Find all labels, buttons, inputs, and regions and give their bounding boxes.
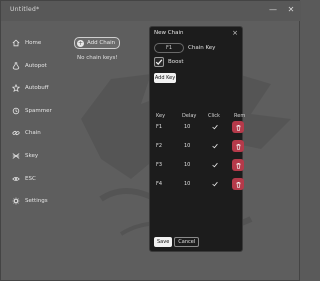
table-row: F3 10: [152, 158, 244, 176]
sidebar-item-chain[interactable]: Chain: [11, 127, 67, 139]
dialog-close-button[interactable]: ×: [232, 29, 238, 37]
click-check-icon[interactable]: [212, 181, 218, 187]
title-bar: Untitled* — ✕: [1, 1, 301, 21]
remove-button[interactable]: [232, 178, 244, 190]
check-icon: [155, 59, 163, 66]
gear-icon: [11, 196, 21, 206]
chain-key-input[interactable]: F1: [154, 43, 184, 53]
sidebar-item-label: Skey: [25, 152, 39, 159]
sidebar-item-label: Autobuff: [25, 85, 49, 92]
sidebar-item-label: Settings: [25, 198, 48, 205]
sidebar-item-label: Spammer: [25, 107, 52, 114]
sidebar-item-label: Chain: [25, 130, 41, 137]
column-header-remove: Rem: [234, 113, 246, 119]
new-chain-dialog: New Chain × F1 Chain Key Boost Add Key K…: [149, 26, 246, 252]
window-controls: — ✕: [269, 5, 295, 15]
sidebar-item-esc[interactable]: ESC: [11, 173, 67, 185]
skey-icon: [11, 151, 21, 161]
boost-row: Boost: [154, 57, 184, 67]
eye-icon: [11, 174, 21, 184]
sidebar-item-autopot[interactable]: Autopot: [11, 60, 67, 72]
delay-cell[interactable]: 10: [184, 181, 190, 187]
column-header-key: Key: [156, 113, 166, 119]
trash-icon: [235, 124, 241, 131]
remove-button[interactable]: [232, 121, 244, 133]
trash-icon: [235, 162, 241, 169]
add-chain-button[interactable]: + Add Chain: [74, 37, 121, 49]
sidebar-item-settings[interactable]: Settings: [11, 195, 67, 207]
chain-key-label: Chain Key: [188, 45, 216, 51]
sidebar-item-spammer[interactable]: Spammer: [11, 105, 67, 117]
key-cell: F1: [156, 124, 163, 130]
trash-icon: [235, 143, 241, 150]
home-icon: [11, 38, 21, 48]
sidebar-item-home[interactable]: Home: [11, 37, 67, 49]
chain-icon: [11, 128, 21, 138]
add-chain-label: Add Chain: [87, 40, 116, 46]
potion-icon: [11, 61, 21, 71]
boost-checkbox[interactable]: [154, 57, 164, 67]
sidebar-item-skey[interactable]: Skey: [11, 150, 67, 162]
add-key-button[interactable]: Add Key: [154, 73, 176, 83]
sidebar-item-label: Autopot: [25, 62, 47, 69]
sidebar-item-label: Home: [25, 40, 42, 46]
click-check-icon[interactable]: [212, 124, 218, 130]
dialog-footer: Save Cancel: [154, 237, 200, 247]
chain-key-row: F1 Chain Key: [154, 43, 215, 53]
table-row: F4 10: [152, 177, 244, 195]
spammer-icon: [11, 106, 21, 116]
remove-button[interactable]: [232, 159, 244, 171]
save-button[interactable]: Save: [154, 237, 173, 247]
click-check-icon[interactable]: [212, 143, 218, 149]
remove-button[interactable]: [232, 140, 244, 152]
app-window: Untitled* — ✕ Home Autopot Autobuff Spammer…: [0, 0, 301, 281]
table-row: F2 10: [152, 139, 244, 157]
dialog-title: New Chain: [154, 30, 184, 36]
column-header-delay: Delay: [182, 113, 197, 119]
cancel-button[interactable]: Cancel: [174, 237, 200, 247]
delay-cell[interactable]: 10: [184, 162, 190, 168]
empty-state-text: No chain keys!: [77, 55, 118, 61]
buff-icon: [11, 83, 21, 93]
trash-icon: [235, 181, 241, 188]
column-header-click: Click: [208, 113, 220, 119]
key-cell: F4: [156, 181, 163, 187]
click-check-icon[interactable]: [212, 162, 218, 168]
minimize-button[interactable]: —: [269, 5, 277, 15]
app-title: Untitled*: [10, 6, 40, 13]
close-button[interactable]: ✕: [287, 5, 295, 15]
delay-cell[interactable]: 10: [184, 143, 190, 149]
sidebar-item-autobuff[interactable]: Autobuff: [11, 82, 67, 94]
sidebar-item-label: ESC: [25, 175, 36, 182]
key-cell: F2: [156, 143, 163, 149]
delay-cell[interactable]: 10: [184, 124, 190, 130]
boost-label: Boost: [168, 59, 184, 65]
sidebar: Home Autopot Autobuff Spammer Chain Skey ESC Se…: [11, 37, 67, 218]
table-row: F1 10: [152, 120, 244, 138]
plus-icon: +: [77, 39, 84, 47]
key-cell: F3: [156, 162, 163, 168]
